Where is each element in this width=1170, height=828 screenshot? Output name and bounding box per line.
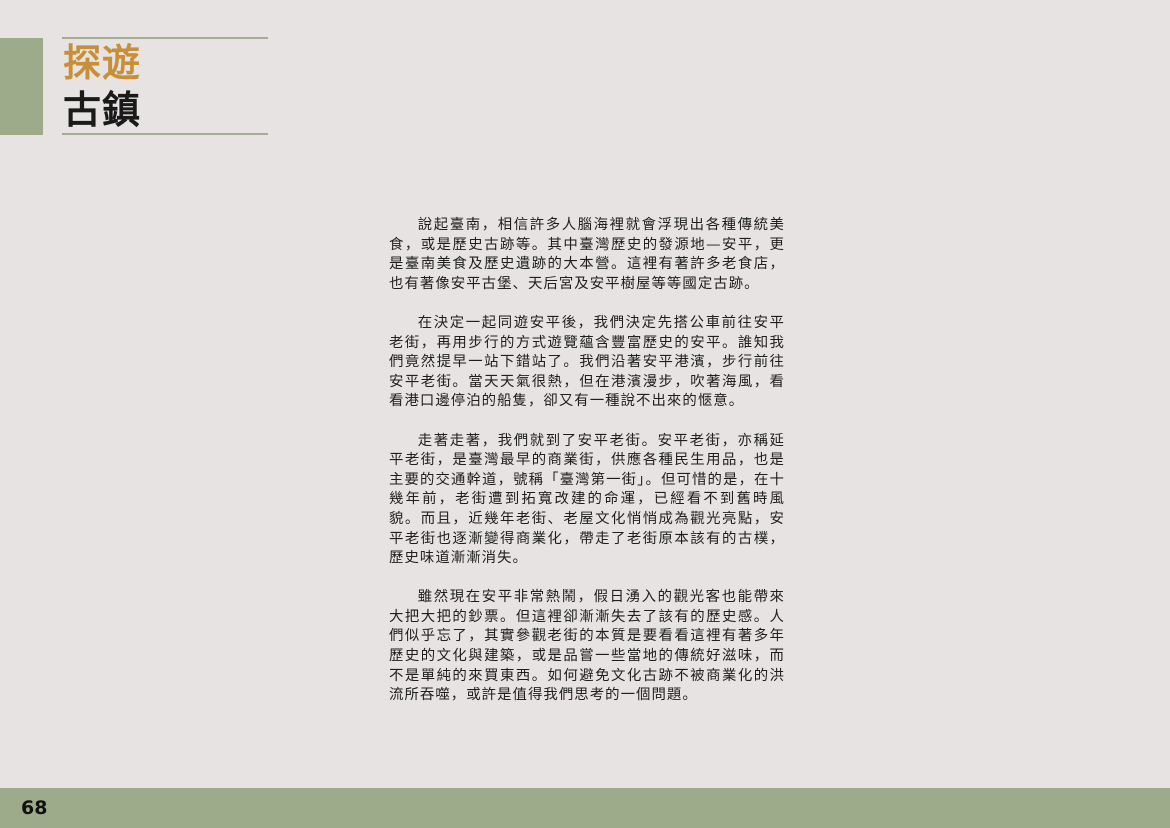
article-paragraph: 在決定一起同遊安平後，我們決定先搭公車前往安平老街，再用步行的方式遊覽蘊含豐富歷… — [389, 314, 785, 410]
section-title-line1: 探遊 — [63, 40, 142, 85]
section-title-line2: 古鎮 — [63, 87, 142, 132]
page-number: 68 — [21, 797, 48, 819]
article-paragraph: 雖然現在安平非常熱鬧，假日湧入的觀光客也能帶來大把大把的鈔票。但這裡卻漸漸失去了… — [389, 589, 785, 704]
side-color-tab — [0, 38, 43, 135]
title-bottom-rule — [62, 133, 268, 135]
article-body: 說起臺南，相信許多人腦海裡就會浮現出各種傳統美食，或是歷史古跡等。其中臺灣歷史的… — [389, 216, 785, 725]
article-paragraph: 走著走著，我們就到了安平老街。安平老街，亦稱延平老街，是臺灣最早的商業街，供應各… — [389, 432, 785, 567]
article-paragraph: 說起臺南，相信許多人腦海裡就會浮現出各種傳統美食，或是歷史古跡等。其中臺灣歷史的… — [389, 217, 785, 292]
title-top-rule — [62, 37, 268, 39]
footer-bar: 68 — [0, 788, 1170, 828]
